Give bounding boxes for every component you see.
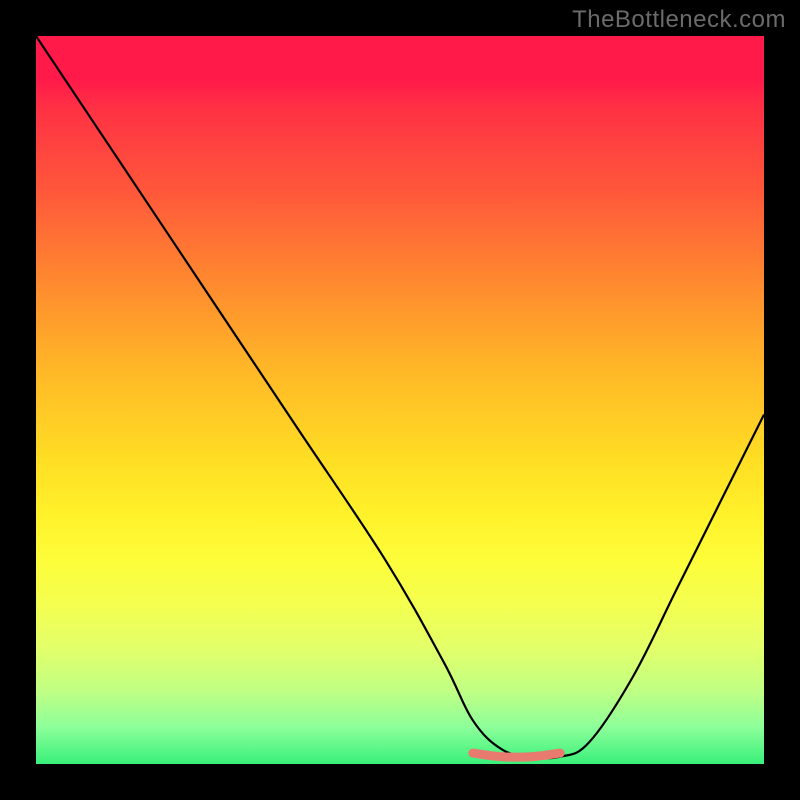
watermark-text: TheBottleneck.com — [572, 6, 786, 34]
bottleneck-curve-path — [36, 36, 764, 758]
plot-area — [36, 36, 764, 764]
chart-frame: TheBottleneck.com — [0, 0, 800, 800]
curve-layer — [36, 36, 764, 764]
optimal-marker-path — [473, 753, 560, 757]
